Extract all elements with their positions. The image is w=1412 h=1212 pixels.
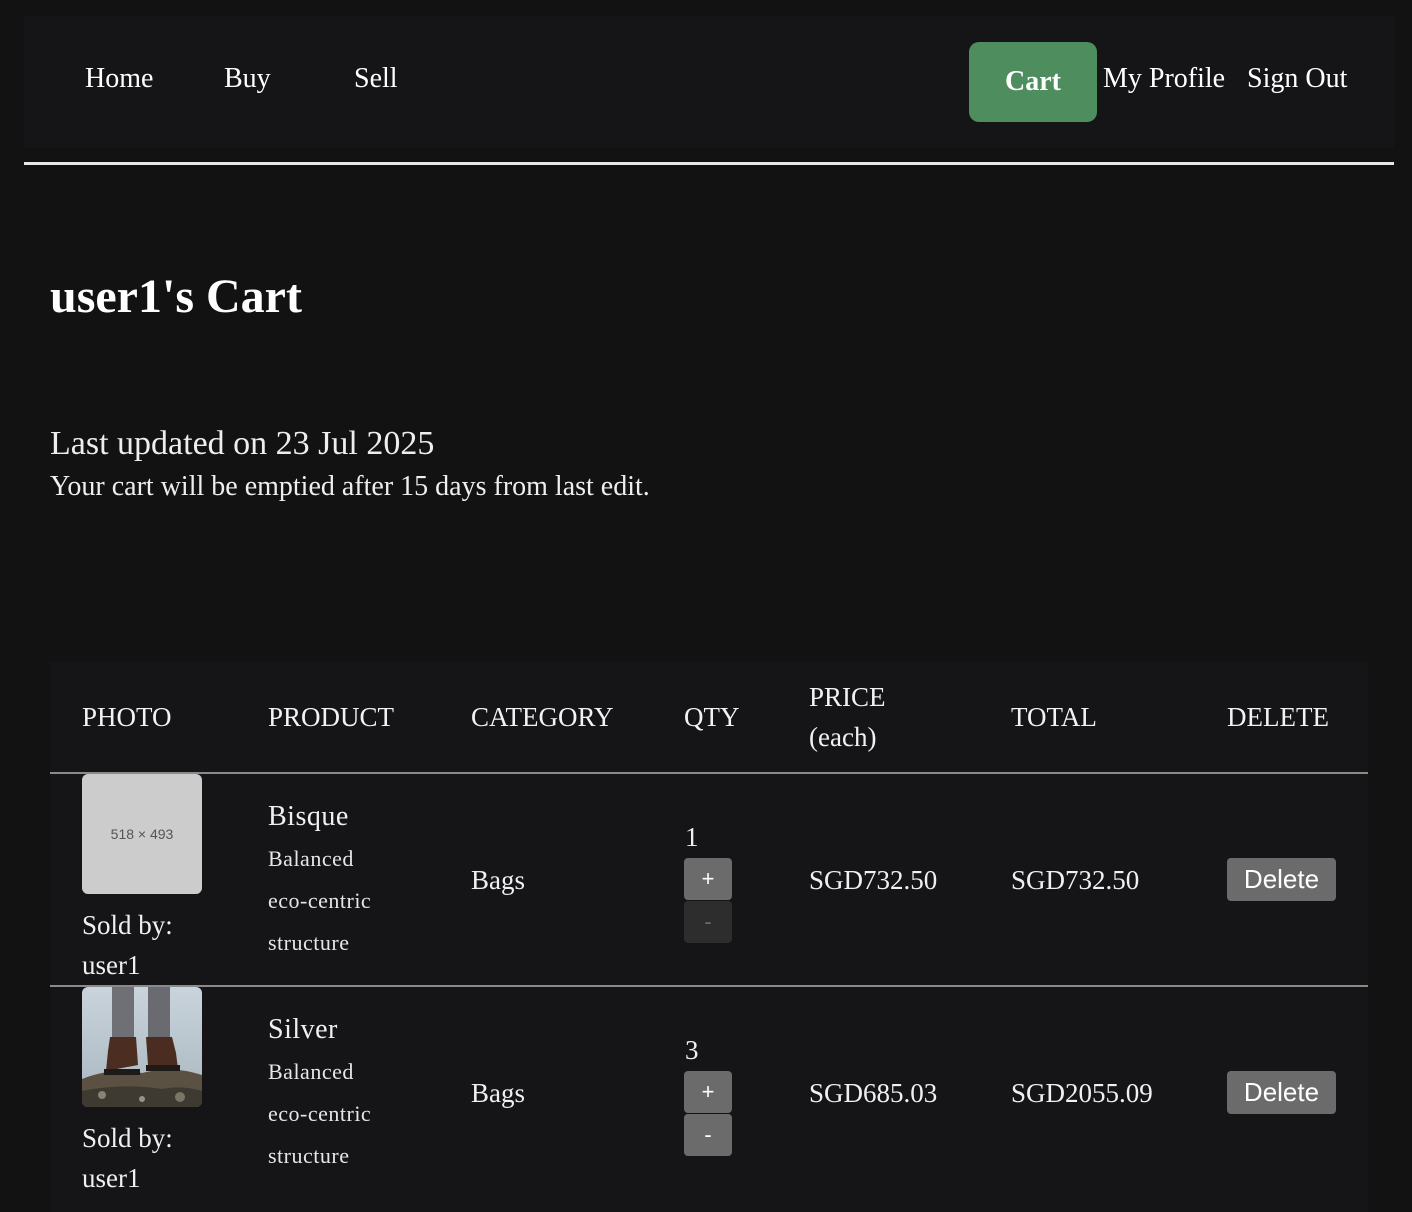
sold-by-label: Sold by: bbox=[82, 1123, 173, 1153]
image-placeholder-label: 518 × 493 bbox=[110, 826, 174, 842]
header-price-each: (each) bbox=[809, 722, 877, 752]
delete-button[interactable]: Delete bbox=[1227, 1071, 1336, 1114]
unit-price: SGD685.03 bbox=[809, 1078, 938, 1108]
seller-name: user1 bbox=[82, 1163, 141, 1193]
header-category: CATEGORY bbox=[471, 702, 614, 732]
nav-divider bbox=[24, 162, 1394, 165]
product-description-line: Balanced bbox=[268, 846, 354, 871]
nav-cart-button[interactable]: Cart bbox=[969, 42, 1097, 122]
product-description-line: Balanced bbox=[268, 1059, 354, 1084]
cart-table: PHOTO PRODUCT CATEGORY QTY PRICE (each) … bbox=[50, 662, 1368, 1212]
nav-sign-out-link[interactable]: Sign Out bbox=[1247, 63, 1347, 95]
quantity-decrease-button[interactable]: - bbox=[684, 1114, 732, 1156]
product-description-line: structure bbox=[268, 930, 350, 955]
header-photo: PHOTO bbox=[82, 702, 172, 732]
page-title: user1's Cart bbox=[50, 270, 302, 323]
product-photo bbox=[82, 987, 202, 1107]
top-navbar: Home Buy Sell Cart My Profile Sign Out bbox=[24, 16, 1394, 148]
quantity-increase-button[interactable]: + bbox=[684, 1071, 732, 1113]
delete-button[interactable]: Delete bbox=[1227, 858, 1336, 901]
product-name: Bisque bbox=[268, 801, 349, 832]
row-divider bbox=[50, 985, 1368, 987]
product-category: Bags bbox=[471, 1078, 525, 1108]
product-name: Silver bbox=[268, 1014, 338, 1045]
seller-name: user1 bbox=[82, 950, 141, 980]
quantity-value: 1 bbox=[685, 822, 699, 852]
image-placeholder-icon: 518 × 493 bbox=[82, 774, 202, 894]
cart-expiry-note: Your cart will be emptied after 15 days … bbox=[50, 471, 650, 502]
nav-buy-link[interactable]: Buy bbox=[224, 63, 271, 95]
unit-price: SGD732.50 bbox=[809, 865, 938, 895]
line-total: SGD732.50 bbox=[1011, 865, 1140, 895]
quantity-decrease-button[interactable]: - bbox=[684, 901, 732, 943]
product-description-line: structure bbox=[268, 1143, 350, 1168]
header-total: TOTAL bbox=[1011, 702, 1097, 732]
last-updated-text: Last updated on 23 Jul 2025 bbox=[50, 425, 435, 462]
header-divider bbox=[50, 772, 1368, 774]
product-category: Bags bbox=[471, 865, 525, 895]
nav-home-link[interactable]: Home bbox=[85, 63, 153, 95]
sold-by-label: Sold by: bbox=[82, 910, 173, 940]
header-product: PRODUCT bbox=[268, 702, 395, 732]
quantity-value: 3 bbox=[685, 1035, 699, 1065]
header-qty: QTY bbox=[684, 702, 740, 732]
header-price: PRICE bbox=[809, 682, 886, 712]
nav-sell-link[interactable]: Sell bbox=[354, 63, 398, 95]
quantity-increase-button[interactable]: + bbox=[684, 858, 732, 900]
line-total: SGD2055.09 bbox=[1011, 1078, 1153, 1108]
boots-photo bbox=[82, 987, 202, 1107]
nav-my-profile-link[interactable]: My Profile bbox=[1103, 63, 1225, 95]
product-description-line: eco-centric bbox=[268, 888, 372, 913]
header-delete: DELETE bbox=[1227, 702, 1329, 732]
product-description-line: eco-centric bbox=[268, 1101, 372, 1126]
